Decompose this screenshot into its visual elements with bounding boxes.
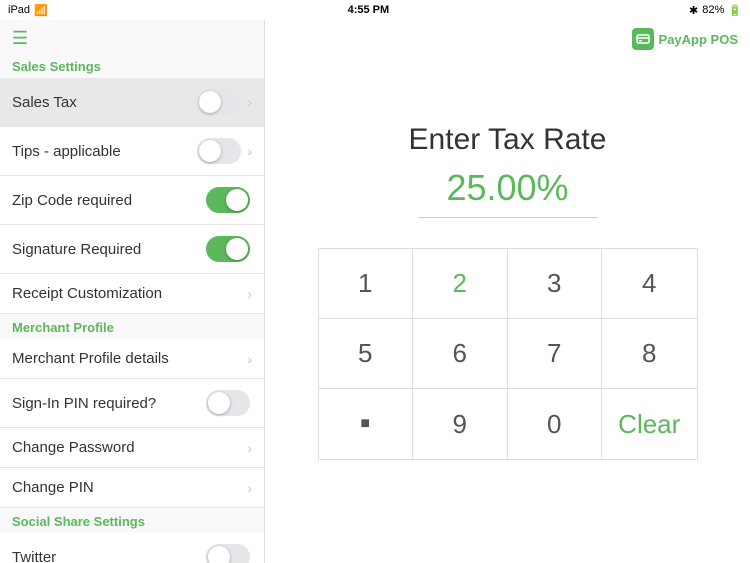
merchant-profile-label: Merchant Profile details <box>12 350 243 367</box>
numpad-key-3[interactable]: 3 <box>508 249 603 319</box>
receipt-label: Receipt Customization <box>12 285 243 302</box>
sidebar-item-change-pin[interactable]: Change PIN › <box>0 468 264 508</box>
chevron-icon: › <box>247 351 252 367</box>
toggle-knob <box>208 546 230 563</box>
toggle-knob <box>208 392 230 414</box>
numpad: 1 2 3 4 5 6 7 8 ■ 9 0 Clear <box>318 248 698 460</box>
numpad-key-9[interactable]: 9 <box>413 389 508 459</box>
sales-tax-toggle[interactable] <box>197 89 241 115</box>
change-pin-label: Change PIN <box>12 479 243 496</box>
toggle-knob <box>226 238 248 260</box>
sidebar-item-merchant-profile[interactable]: Merchant Profile details › <box>0 339 264 379</box>
hamburger-icon[interactable]: ☰ <box>12 28 28 49</box>
section-social-share: Social Share Settings <box>0 508 264 533</box>
numpad-key-2[interactable]: 2 <box>413 249 508 319</box>
sidebar-item-zip-code[interactable]: Zip Code required <box>0 176 264 225</box>
numpad-key-8[interactable]: 8 <box>602 319 697 389</box>
tips-toggle[interactable] <box>197 138 241 164</box>
numpad-key-1[interactable]: 1 <box>319 249 414 319</box>
toggle-knob <box>199 140 221 162</box>
status-bar: iPad 📶 4:55 PM ✱ 82% 🔋 <box>0 0 750 20</box>
right-panel: PayApp POS Enter Tax Rate 25.00% 1 2 3 4… <box>265 20 750 563</box>
status-time: 4:55 PM <box>348 4 390 16</box>
numpad-key-dot[interactable]: ■ <box>319 389 414 459</box>
payapp-logo: PayApp POS <box>632 28 738 50</box>
signature-toggle[interactable] <box>206 236 250 262</box>
numpad-key-7[interactable]: 7 <box>508 319 603 389</box>
chevron-icon: › <box>247 480 252 496</box>
sidebar-item-tips[interactable]: Tips - applicable › <box>0 127 264 176</box>
section-merchant-profile: Merchant Profile <box>0 314 264 339</box>
bluetooth-icon: ✱ <box>689 4 698 17</box>
tips-label: Tips - applicable <box>12 143 197 160</box>
signature-label: Signature Required <box>12 241 206 258</box>
toggle-knob <box>226 189 248 211</box>
numpad-key-5[interactable]: 5 <box>319 319 414 389</box>
numpad-key-clear[interactable]: Clear <box>602 389 697 459</box>
main-content: ☰ Sales Settings Sales Tax › Tips - appl… <box>0 20 750 563</box>
twitter-label: Twitter <box>12 549 206 563</box>
numpad-key-6[interactable]: 6 <box>413 319 508 389</box>
battery-icon: 🔋 <box>728 4 742 17</box>
sidebar: ☰ Sales Settings Sales Tax › Tips - appl… <box>0 20 265 563</box>
sidebar-item-twitter[interactable]: Twitter <box>0 533 264 563</box>
enter-tax-title: Enter Tax Rate <box>409 123 607 157</box>
sidebar-item-signature[interactable]: Signature Required <box>0 225 264 274</box>
change-password-label: Change Password <box>12 439 243 456</box>
chevron-icon: › <box>247 286 252 302</box>
status-left: iPad 📶 <box>8 4 48 17</box>
toggle-knob <box>199 91 221 113</box>
ipad-label: iPad <box>8 4 30 16</box>
sidebar-item-change-password[interactable]: Change Password › <box>0 428 264 468</box>
payapp-logo-text: PayApp POS <box>659 32 738 47</box>
section-sales-settings: Sales Settings <box>0 53 264 78</box>
zip-code-label: Zip Code required <box>12 192 206 209</box>
payapp-logo-icon <box>632 28 654 50</box>
sidebar-header: ☰ <box>0 20 264 53</box>
status-right: ✱ 82% 🔋 <box>689 4 742 17</box>
twitter-toggle[interactable] <box>206 544 250 563</box>
wifi-icon: 📶 <box>34 4 48 17</box>
sidebar-item-receipt[interactable]: Receipt Customization › <box>0 274 264 314</box>
tax-value: 25.00% <box>418 167 598 218</box>
numpad-key-4[interactable]: 4 <box>602 249 697 319</box>
numpad-key-0[interactable]: 0 <box>508 389 603 459</box>
signin-pin-label: Sign-In PIN required? <box>12 395 206 412</box>
battery-label: 82% <box>702 4 724 16</box>
chevron-icon: › <box>247 143 252 159</box>
sales-tax-label: Sales Tax <box>12 94 197 111</box>
zip-code-toggle[interactable] <box>206 187 250 213</box>
signin-pin-toggle[interactable] <box>206 390 250 416</box>
sidebar-item-signin-pin[interactable]: Sign-In PIN required? <box>0 379 264 428</box>
sidebar-item-sales-tax[interactable]: Sales Tax › <box>0 78 264 127</box>
chevron-icon: › <box>247 440 252 456</box>
chevron-icon: › <box>247 94 252 110</box>
